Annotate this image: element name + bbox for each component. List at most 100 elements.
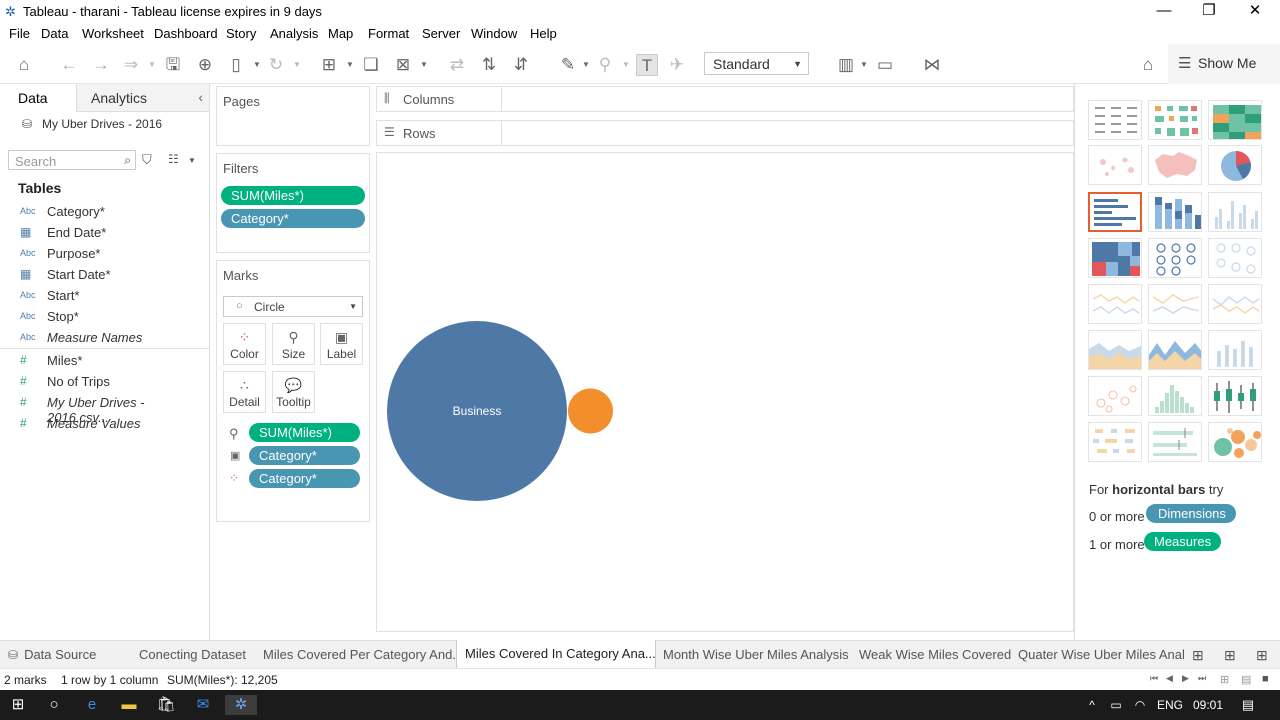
filters-card[interactable]: Filters SUM(Miles*) Category*: [216, 153, 370, 253]
tab-sheet-connecting-dataset[interactable]: Conecting Dataset: [131, 641, 256, 669]
mail-icon[interactable]: ✉: [191, 695, 215, 715]
new-worksheet-icon[interactable]: ⊞: [1192, 647, 1204, 664]
tab-sheet-miles-in-category[interactable]: Miles Covered In Category Ana...: [456, 640, 656, 668]
detail-button[interactable]: ∴ Detail: [223, 371, 266, 413]
chart-thumb-dual-lines[interactable]: [1208, 284, 1262, 324]
show-labels-icon[interactable]: T: [636, 54, 658, 76]
prev-sheet-icon[interactable]: ◀: [1166, 673, 1173, 684]
chart-thumb-circle-views[interactable]: [1148, 238, 1202, 278]
search-input[interactable]: Search ⌕: [8, 150, 136, 170]
tooltip-button[interactable]: 💬 Tooltip: [272, 371, 315, 413]
chart-thumb-heat-map[interactable]: [1148, 100, 1202, 140]
field-no-of-trips[interactable]: # No of Trips: [0, 372, 209, 393]
chart-thumb-text-table[interactable]: [1088, 100, 1142, 140]
chevron-down-icon[interactable]: ▼: [148, 60, 156, 69]
chart-thumb-pie-chart[interactable]: [1208, 145, 1262, 185]
rows-shelf[interactable]: ☰ Rows: [376, 120, 1074, 146]
edge-browser-icon[interactable]: e: [80, 695, 104, 715]
mark-type-select[interactable]: ○ Circle ▼: [223, 296, 363, 317]
chevron-down-icon[interactable]: ▼: [860, 60, 868, 69]
menu-analysis[interactable]: Analysis: [270, 26, 318, 41]
chevron-down-icon[interactable]: ▼: [253, 60, 261, 69]
menu-worksheet[interactable]: Worksheet: [82, 26, 144, 41]
save-icon[interactable]: 🖫: [162, 54, 184, 76]
filter-pill-sum-miles[interactable]: SUM(Miles*): [221, 186, 365, 205]
pages-card[interactable]: Pages: [216, 86, 370, 146]
show-me-button[interactable]: ☰ Show Me: [1168, 44, 1280, 84]
mark-pill-size[interactable]: SUM(Miles*): [249, 423, 360, 442]
pin-icon[interactable]: ✈: [666, 54, 688, 76]
store-icon[interactable]: 🛍: [154, 695, 178, 715]
close-icon[interactable]: ✕: [1232, 0, 1278, 24]
share-icon[interactable]: ⋈: [921, 54, 943, 76]
new-datasource-icon[interactable]: ⊕: [194, 54, 216, 76]
comment-icon[interactable]: ⌂: [1137, 54, 1159, 76]
chart-thumb-stacked-bars[interactable]: [1148, 192, 1202, 232]
chart-thumb-discrete-lines[interactable]: [1148, 284, 1202, 324]
file-explorer-icon[interactable]: ▬: [117, 695, 141, 715]
notification-icon[interactable]: ▤: [1236, 695, 1260, 715]
replay-icon[interactable]: ⇒: [120, 54, 142, 76]
mark-pill-color[interactable]: Category*: [249, 469, 360, 488]
refresh-icon[interactable]: ↻: [265, 54, 287, 76]
fit-select[interactable]: Standard ▼: [704, 52, 809, 75]
clock[interactable]: 09:01: [1193, 698, 1223, 712]
restore-icon[interactable]: ❐: [1186, 0, 1232, 24]
chart-thumb-bullet-graph[interactable]: [1148, 422, 1202, 462]
color-button[interactable]: ⁘ Color: [223, 323, 266, 365]
chevron-down-icon[interactable]: ▼: [346, 60, 354, 69]
sort-descending-icon[interactable]: ⇵: [510, 54, 532, 76]
field-measure-names[interactable]: Abc Measure Names: [0, 328, 209, 349]
chart-thumb-area-discrete[interactable]: [1148, 330, 1202, 370]
sheet-sorter-icon[interactable]: ■: [1262, 673, 1269, 685]
size-button[interactable]: ⚲ Size: [272, 323, 315, 365]
last-sheet-icon[interactable]: ⏭: [1198, 673, 1206, 684]
show-cards-icon[interactable]: ▥: [835, 54, 857, 76]
view-options-icon[interactable]: ☷: [168, 152, 179, 166]
field-purpose[interactable]: Abc Purpose*: [0, 244, 209, 265]
field-category[interactable]: Abc Category*: [0, 202, 209, 223]
highlight-icon[interactable]: ✎: [557, 54, 579, 76]
label-button[interactable]: ▣ Label: [320, 323, 363, 365]
group-icon[interactable]: ⚲: [594, 54, 616, 76]
chart-thumb-side-by-side-circles[interactable]: [1208, 238, 1262, 278]
tab-sheet-weak-wise[interactable]: Weak Wise Miles Covered: [851, 641, 1011, 669]
chart-thumb-filled-map[interactable]: [1148, 145, 1202, 185]
chart-thumb-horizontal-bars[interactable]: [1088, 192, 1142, 232]
windows-start-icon[interactable]: ⊞: [6, 695, 30, 715]
new-dashboard-icon[interactable]: ⊞: [1224, 647, 1236, 664]
field-miles[interactable]: # Miles*: [0, 351, 209, 372]
duplicate-icon[interactable]: ❏: [360, 54, 382, 76]
chart-thumb-scatter-plot[interactable]: [1088, 376, 1142, 416]
show-hidden-icons[interactable]: ^: [1080, 695, 1104, 715]
columns-shelf[interactable]: ⫼ Columns: [376, 86, 1074, 112]
field-start-date[interactable]: ▦ Start Date*: [0, 265, 209, 286]
field-end-date[interactable]: ▦ End Date*: [0, 223, 209, 244]
tab-sheet-miles-per-category[interactable]: Miles Covered Per Category And...: [255, 641, 455, 669]
minimize-icon[interactable]: —: [1141, 0, 1187, 24]
field-stop[interactable]: Abc Stop*: [0, 307, 209, 328]
menu-server[interactable]: Server: [422, 26, 460, 41]
next-sheet-icon[interactable]: ▶: [1182, 673, 1189, 684]
mark-pill-label[interactable]: Category*: [249, 446, 360, 465]
chart-thumb-dual-combination[interactable]: [1208, 330, 1262, 370]
presentation-icon[interactable]: ▭: [874, 54, 896, 76]
first-sheet-icon[interactable]: ⏮: [1150, 673, 1158, 684]
chevron-down-icon[interactable]: ▼: [188, 156, 196, 165]
tab-data[interactable]: Data: [0, 84, 76, 112]
wifi-icon[interactable]: ◠: [1128, 695, 1152, 715]
chart-thumb-area-continuous[interactable]: [1088, 330, 1142, 370]
cortana-search-icon[interactable]: ○: [42, 695, 66, 715]
menu-story[interactable]: Story: [226, 26, 256, 41]
menu-help[interactable]: Help: [530, 26, 557, 41]
redo-icon[interactable]: →: [90, 54, 112, 76]
chart-thumb-packed-bubbles[interactable]: [1208, 422, 1262, 462]
menu-format[interactable]: Format: [368, 26, 409, 41]
chart-thumb-box-whisker[interactable]: [1208, 376, 1262, 416]
chart-thumb-treemap[interactable]: [1088, 238, 1142, 278]
chart-thumb-symbol-map[interactable]: [1088, 145, 1142, 185]
datasource-name[interactable]: My Uber Drives - 2016: [42, 117, 162, 131]
filter-pill-category[interactable]: Category*: [221, 209, 365, 228]
pause-updates-icon[interactable]: ▯: [225, 54, 247, 76]
tableau-taskbar-icon[interactable]: ✲: [225, 695, 257, 715]
